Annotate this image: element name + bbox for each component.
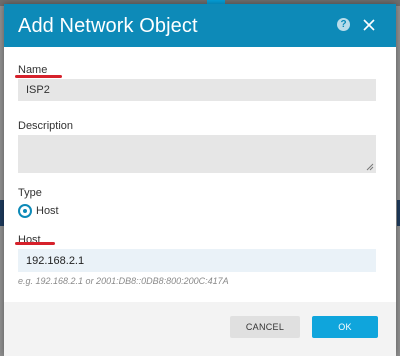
description-label: Description (18, 120, 74, 132)
cancel-button[interactable]: CANCEL (230, 316, 300, 338)
radio-selected-dot (23, 209, 27, 213)
resize-grip-icon[interactable] (366, 163, 374, 171)
host-hint: e.g. 192.168.2.1 or 2001:DB8::0DB8:800:2… (18, 276, 229, 286)
dialog-footer: CANCEL OK (4, 302, 396, 356)
type-label: Type (18, 187, 42, 199)
annotation-underline-name (15, 75, 62, 78)
host-label: Host (18, 234, 41, 246)
help-icon[interactable]: ? (337, 18, 350, 31)
host-radio-label[interactable]: Host (36, 205, 59, 217)
dialog-header: Add Network Object ? (4, 4, 396, 47)
ok-button[interactable]: OK (312, 316, 378, 338)
description-textarea[interactable] (18, 135, 376, 173)
add-network-object-dialog: Add Network Object ? Name Description Ty… (4, 4, 396, 356)
host-input[interactable] (18, 249, 376, 272)
dialog-title: Add Network Object (18, 15, 198, 37)
host-radio[interactable] (18, 204, 32, 218)
name-input[interactable] (18, 79, 376, 101)
annotation-underline-host (15, 242, 55, 245)
close-icon[interactable] (361, 17, 377, 33)
